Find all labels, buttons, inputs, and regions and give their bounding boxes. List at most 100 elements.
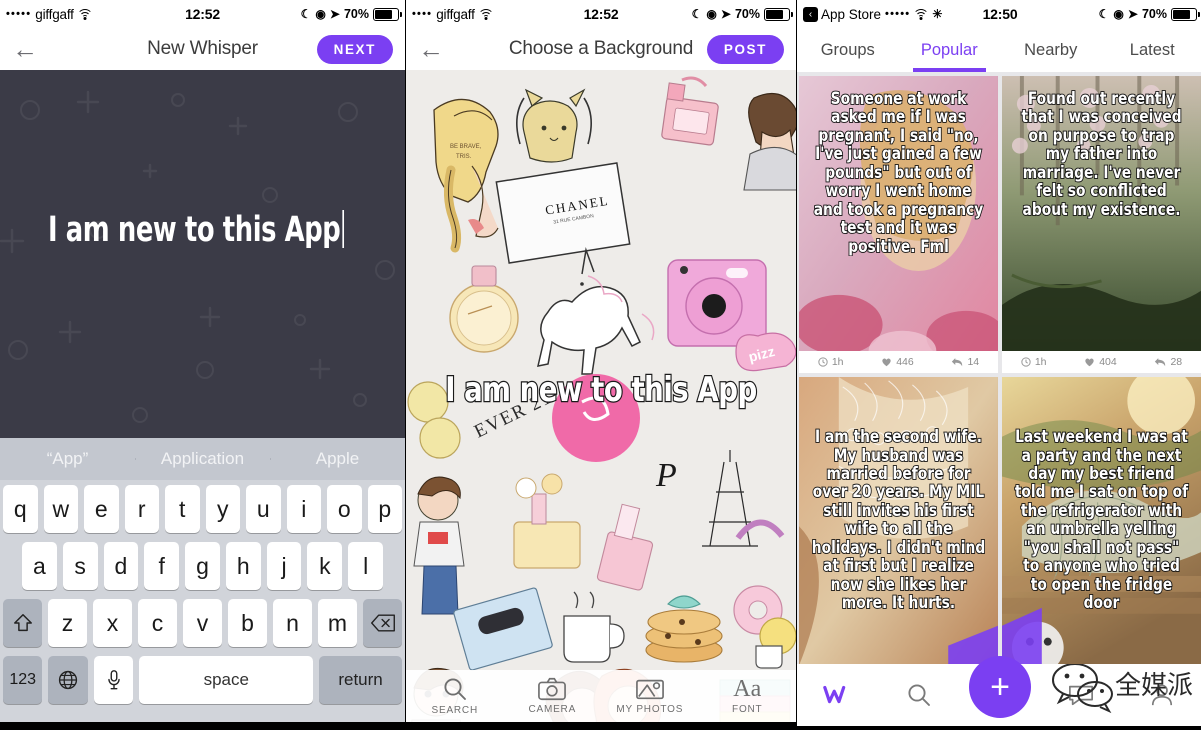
whisper-card[interactable]: I am the second wife. My husband was mar… xyxy=(799,376,998,664)
toolbar-myphotos-label: MY PHOTOS xyxy=(616,704,684,715)
key-n[interactable]: n xyxy=(273,599,312,647)
svg-text:BE BRAVE,: BE BRAVE, xyxy=(450,144,482,150)
numbers-key[interactable]: 123 xyxy=(3,656,43,704)
search-icon xyxy=(444,678,466,700)
key-j[interactable]: j xyxy=(266,542,302,590)
panel-feed: ‹ App Store ••••• ✳ 12:50 ☾ ◉ ➤ 70% Grou… xyxy=(797,0,1201,730)
toolbar-font[interactable]: Aa FONT xyxy=(699,677,797,715)
key-r[interactable]: r xyxy=(124,485,159,533)
compose-fab[interactable]: + xyxy=(969,656,1031,718)
tab-groups[interactable]: Groups xyxy=(797,28,899,72)
key-q[interactable]: q xyxy=(3,485,38,533)
keyboard-row-1: q w e r t y u i o p xyxy=(3,485,402,533)
next-button[interactable]: NEXT xyxy=(316,34,393,64)
key-i[interactable]: i xyxy=(286,485,321,533)
home-indicator-area-2 xyxy=(406,722,796,730)
key-a[interactable]: a xyxy=(21,542,57,590)
rotation-lock-icon: ◉ xyxy=(315,7,326,21)
key-p[interactable]: p xyxy=(367,485,402,533)
keyboard-row-3: z x c v b n m xyxy=(3,599,402,647)
key-c[interactable]: c xyxy=(138,599,177,647)
globe-key[interactable] xyxy=(48,656,88,704)
battery-icon xyxy=(764,7,793,21)
post-button[interactable]: POST xyxy=(706,34,784,64)
key-t[interactable]: t xyxy=(165,485,200,533)
suggestion-1[interactable]: Application xyxy=(135,449,270,469)
whisper-card[interactable]: Found out recently that I was conceived … xyxy=(1002,76,1201,373)
keyboard-row-2: a s d f g h j k l xyxy=(3,542,402,590)
panel-new-whisper: ••••• giffgaff 12:52 ☾ ◉ ➤ 70% ← New Whi… xyxy=(0,0,405,730)
location-arrow-icon: ➤ xyxy=(720,7,731,21)
globe-icon xyxy=(59,670,78,690)
key-h[interactable]: h xyxy=(225,542,261,590)
svg-text:TRIS.: TRIS. xyxy=(456,154,472,160)
tab-latest[interactable]: Latest xyxy=(1102,28,1201,72)
whisper-feed-grid[interactable]: Someone at work asked me if I was pregna… xyxy=(797,72,1201,664)
tab-chat[interactable] xyxy=(1041,683,1122,707)
card-hearts: 404 xyxy=(1084,356,1117,368)
tab-profile[interactable] xyxy=(1122,683,1201,707)
tab-search[interactable] xyxy=(878,682,959,708)
key-k[interactable]: k xyxy=(307,542,343,590)
background-toolbar: SEARCH CAMERA MY PHOTOS Aa FONT xyxy=(406,670,796,722)
keyboard-row-4: 123 space return xyxy=(3,656,402,704)
key-y[interactable]: y xyxy=(205,485,240,533)
heart-icon xyxy=(882,358,891,367)
background-preview[interactable]: BE BRAVE, TRIS. CHANEL 31 RUE CAMBON piz… xyxy=(406,70,796,730)
compose-canvas[interactable]: I am new to this App xyxy=(0,70,405,438)
key-m[interactable]: m xyxy=(318,599,357,647)
key-g[interactable]: g xyxy=(185,542,220,590)
suggestion-2[interactable]: Apple xyxy=(270,449,405,469)
backspace-icon xyxy=(370,614,395,632)
tab-popular[interactable]: Popular xyxy=(899,28,1001,72)
card-hearts: 446 xyxy=(881,356,914,368)
battery-percent: 70% xyxy=(1141,7,1167,21)
battery-icon xyxy=(1171,7,1200,21)
key-b[interactable]: b xyxy=(228,599,267,647)
card-replies: 14 xyxy=(951,356,979,368)
card-text: Last weekend I was at a party and the ne… xyxy=(1014,426,1189,613)
status-right-2: ☾ ◉ ➤ 70% xyxy=(691,7,793,21)
card-replies: 28 xyxy=(1154,356,1182,368)
status-bar-3: ‹ App Store ••••• ✳ 12:50 ☾ ◉ ➤ 70% xyxy=(797,0,1201,28)
key-u[interactable]: u xyxy=(246,485,281,533)
toolbar-my-photos[interactable]: MY PHOTOS xyxy=(601,677,699,715)
whisper-card[interactable]: Last weekend I was at a party and the ne… xyxy=(1002,376,1201,664)
battery-percent: 70% xyxy=(734,7,760,21)
key-o[interactable]: o xyxy=(327,485,362,533)
moon-icon: ☾ xyxy=(691,7,703,21)
status-bar-2: •••• giffgaff 12:52 ☾ ◉ ➤ 70% xyxy=(406,0,796,28)
key-z[interactable]: z xyxy=(48,599,87,647)
on-screen-keyboard[interactable]: q w e r t y u i o p a s d f g h j k l z … xyxy=(0,480,405,722)
key-v[interactable]: v xyxy=(183,599,222,647)
whisper-card[interactable]: Someone at work asked me if I was pregna… xyxy=(799,76,998,373)
key-s[interactable]: s xyxy=(62,542,98,590)
shift-key[interactable] xyxy=(3,599,42,647)
key-w[interactable]: w xyxy=(43,485,78,533)
suggestion-0[interactable]: “App” xyxy=(0,449,135,469)
clock-icon xyxy=(818,357,828,367)
backspace-key[interactable] xyxy=(363,599,402,647)
key-d[interactable]: d xyxy=(103,542,139,590)
battery-icon xyxy=(373,7,402,21)
back-button[interactable]: ← xyxy=(12,36,38,62)
key-l[interactable]: l xyxy=(348,542,384,590)
key-e[interactable]: e xyxy=(84,485,119,533)
dictation-key[interactable] xyxy=(93,656,134,704)
back-button[interactable]: ← xyxy=(418,36,444,62)
rotation-lock-icon: ◉ xyxy=(1113,7,1124,21)
reply-arrow-icon xyxy=(1155,357,1166,366)
nav-bar-1: ← New Whisper NEXT xyxy=(0,28,405,70)
space-key[interactable]: space xyxy=(139,656,314,704)
svg-text:P: P xyxy=(655,457,677,494)
key-x[interactable]: x xyxy=(93,599,132,647)
tab-nearby[interactable]: Nearby xyxy=(1000,28,1102,72)
reply-arrow-icon xyxy=(952,357,963,366)
key-f[interactable]: f xyxy=(144,542,180,590)
tab-home[interactable] xyxy=(797,684,878,706)
return-key[interactable]: return xyxy=(319,656,402,704)
toolbar-search[interactable]: SEARCH xyxy=(406,676,504,716)
moon-icon: ☾ xyxy=(1098,7,1110,21)
toolbar-camera[interactable]: CAMERA xyxy=(504,677,602,715)
chat-icon xyxy=(1069,685,1094,706)
